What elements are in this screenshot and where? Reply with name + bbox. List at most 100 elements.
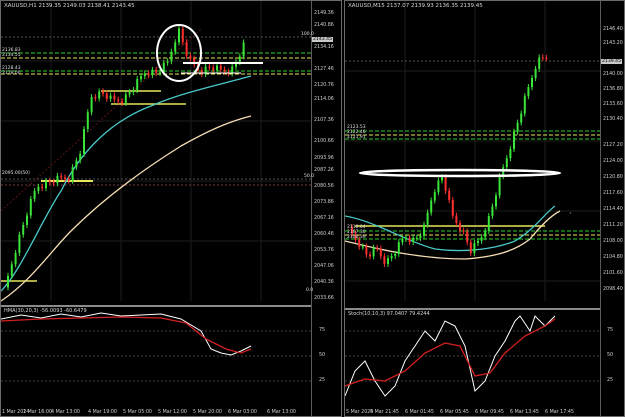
indicator-signal-line	[1, 316, 252, 354]
candle	[212, 67, 215, 71]
price-label: 2107.36	[314, 118, 334, 123]
price-label: 2060.46	[314, 232, 334, 237]
candle	[26, 215, 28, 225]
candle	[238, 56, 241, 63]
candle	[83, 129, 85, 154]
time-label: 5 Mar 12:00	[158, 410, 187, 415]
price-label: 2130.40	[603, 117, 623, 122]
candle	[52, 182, 55, 184]
time-label: 5 Mar 20:00	[193, 410, 222, 415]
candle	[48, 181, 51, 183]
candle	[523, 96, 526, 114]
price-label: 2136.80	[603, 87, 623, 92]
line-label: 2121.91	[347, 135, 366, 140]
price-axis[interactable]	[311, 1, 312, 416]
candle	[105, 93, 108, 99]
candle	[459, 223, 461, 231]
candle	[498, 176, 501, 196]
candle	[430, 200, 433, 213]
candle	[466, 231, 469, 243]
candle	[219, 65, 222, 70]
candle	[397, 242, 400, 254]
time-label: 6 Mar 01:45	[405, 410, 434, 415]
candle	[538, 57, 541, 69]
price-label: 2114.40	[603, 207, 623, 212]
candle	[541, 57, 544, 59]
candle	[136, 79, 139, 91]
candle	[98, 91, 101, 99]
indicator-divider[interactable]	[1, 305, 311, 307]
time-label: 4 Mar 13:00	[51, 410, 80, 415]
indicator-divider[interactable]	[345, 308, 600, 310]
candle	[155, 69, 158, 73]
candle	[505, 158, 508, 168]
candle	[545, 57, 548, 59]
candle	[376, 247, 379, 249]
candle	[22, 224, 25, 235]
candle	[509, 149, 512, 159]
price-label: 2140.86	[314, 23, 334, 28]
candle	[534, 68, 537, 79]
candle	[491, 206, 494, 217]
candle	[455, 215, 458, 224]
chart-window-m15[interactable]: XAUUSD,M15 2137.07 2139.93 2136.35 2139.…	[344, 0, 625, 417]
time-label: 6 Mar 13:00	[267, 410, 296, 415]
candle	[365, 246, 368, 255]
price-label: 2117.60	[603, 191, 623, 196]
candle	[451, 200, 454, 216]
stoch-signal-line	[345, 318, 556, 387]
candle	[41, 186, 44, 189]
candle	[444, 177, 447, 191]
candle	[56, 175, 59, 184]
candle	[143, 73, 146, 77]
candle	[358, 239, 361, 247]
candle	[117, 99, 120, 102]
candle	[79, 153, 82, 161]
price-label: 2073.86	[314, 200, 334, 205]
candle	[109, 95, 112, 99]
price-label: 2127.20	[603, 143, 623, 148]
candle	[140, 76, 142, 80]
white-horizontal-annotation	[358, 168, 562, 178]
candle	[189, 55, 192, 59]
line-label: 2128.00	[2, 71, 21, 76]
price-label: 2120.76	[314, 83, 334, 88]
price-label: 2047.06	[314, 264, 334, 269]
candle	[394, 253, 397, 257]
indicator-level-label: 50	[607, 353, 614, 358]
candle	[242, 42, 245, 57]
price-label: 2053.76	[314, 248, 334, 253]
price-label: 2111.20	[603, 223, 623, 228]
m15-chart-canvas[interactable]	[345, 1, 625, 417]
price-label: 2127.46	[314, 67, 334, 72]
current-price-badge: 2139.45	[601, 59, 622, 64]
candle	[208, 66, 211, 68]
line-label: 2134.55	[2, 53, 21, 58]
price-label: 2080.56	[314, 184, 334, 189]
candle	[401, 238, 404, 243]
time-label: 1 Mar 16:00	[23, 410, 52, 415]
candle	[516, 122, 519, 132]
candle	[473, 243, 476, 253]
time-label: 6 Mar 17:45	[545, 410, 574, 415]
candle	[520, 113, 523, 123]
candle	[90, 97, 93, 113]
indicator-level-label: 50	[319, 353, 326, 358]
price-label: 2098.40	[603, 287, 623, 292]
time-label: 6 Mar 03:00	[228, 410, 257, 415]
candle	[94, 97, 97, 99]
chart-window-h1[interactable]: XAUUSD,H1 2139.35 2149.03 2138.41 2143.4…	[0, 0, 342, 417]
slow-ma-line	[1, 115, 252, 302]
h1-chart-canvas[interactable]	[1, 1, 342, 417]
candle	[216, 65, 218, 71]
candle	[159, 72, 161, 74]
candle	[372, 247, 375, 257]
candle	[437, 180, 440, 193]
candle	[419, 235, 422, 238]
candle	[469, 242, 472, 253]
price-label: 2120.80	[603, 175, 623, 180]
price-label: 2093.96	[314, 156, 334, 161]
time-label: 4 Mar 19:00	[88, 410, 117, 415]
candle	[361, 246, 364, 248]
time-label: 6 Mar 09:45	[475, 410, 504, 415]
